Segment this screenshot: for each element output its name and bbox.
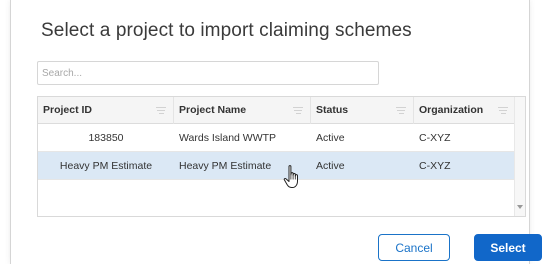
vertical-scrollbar[interactable] — [514, 97, 525, 216]
column-header-label: Organization — [419, 104, 484, 116]
search-input[interactable] — [37, 61, 379, 85]
cell-organization: C-XYZ — [419, 132, 451, 144]
column-header-project-name[interactable]: Project Name — [174, 97, 311, 124]
cancel-button[interactable]: Cancel — [378, 234, 450, 261]
cell-status: Active — [316, 160, 345, 172]
cell-organization: C-XYZ — [419, 160, 451, 172]
column-header-status[interactable]: Status — [311, 97, 414, 124]
dialog-title: Select a project to import claiming sche… — [41, 20, 412, 41]
column-menu-icon[interactable] — [293, 107, 303, 114]
column-header-label: Project Name — [179, 104, 247, 116]
select-button[interactable]: Select — [474, 234, 542, 261]
hand-pointer-cursor-icon — [283, 165, 298, 188]
column-menu-icon[interactable] — [156, 107, 166, 114]
column-header-organization[interactable]: Organization — [414, 97, 516, 124]
scroll-down-arrow-icon[interactable] — [517, 205, 523, 209]
projects-grid: Project ID Project Name Status Organizat… — [37, 96, 526, 217]
cell-project-name: Wards Island WWTP — [179, 132, 277, 144]
column-header-label: Project ID — [43, 104, 93, 116]
cell-project-id: 183850 — [88, 132, 124, 144]
grid-header: Project ID Project Name Status Organizat… — [38, 97, 516, 124]
column-header-project-id[interactable]: Project ID — [38, 97, 174, 124]
table-row-selected[interactable]: Heavy PM Estimate Heavy PM Estimate Acti… — [38, 152, 516, 180]
column-header-label: Status — [316, 104, 349, 116]
table-row[interactable]: 183850 Wards Island WWTP Active C-XYZ — [38, 124, 516, 152]
cell-project-id: Heavy PM Estimate — [59, 160, 153, 172]
column-menu-icon[interactable] — [498, 107, 508, 114]
column-menu-icon[interactable] — [396, 107, 406, 114]
cell-status: Active — [316, 132, 345, 144]
